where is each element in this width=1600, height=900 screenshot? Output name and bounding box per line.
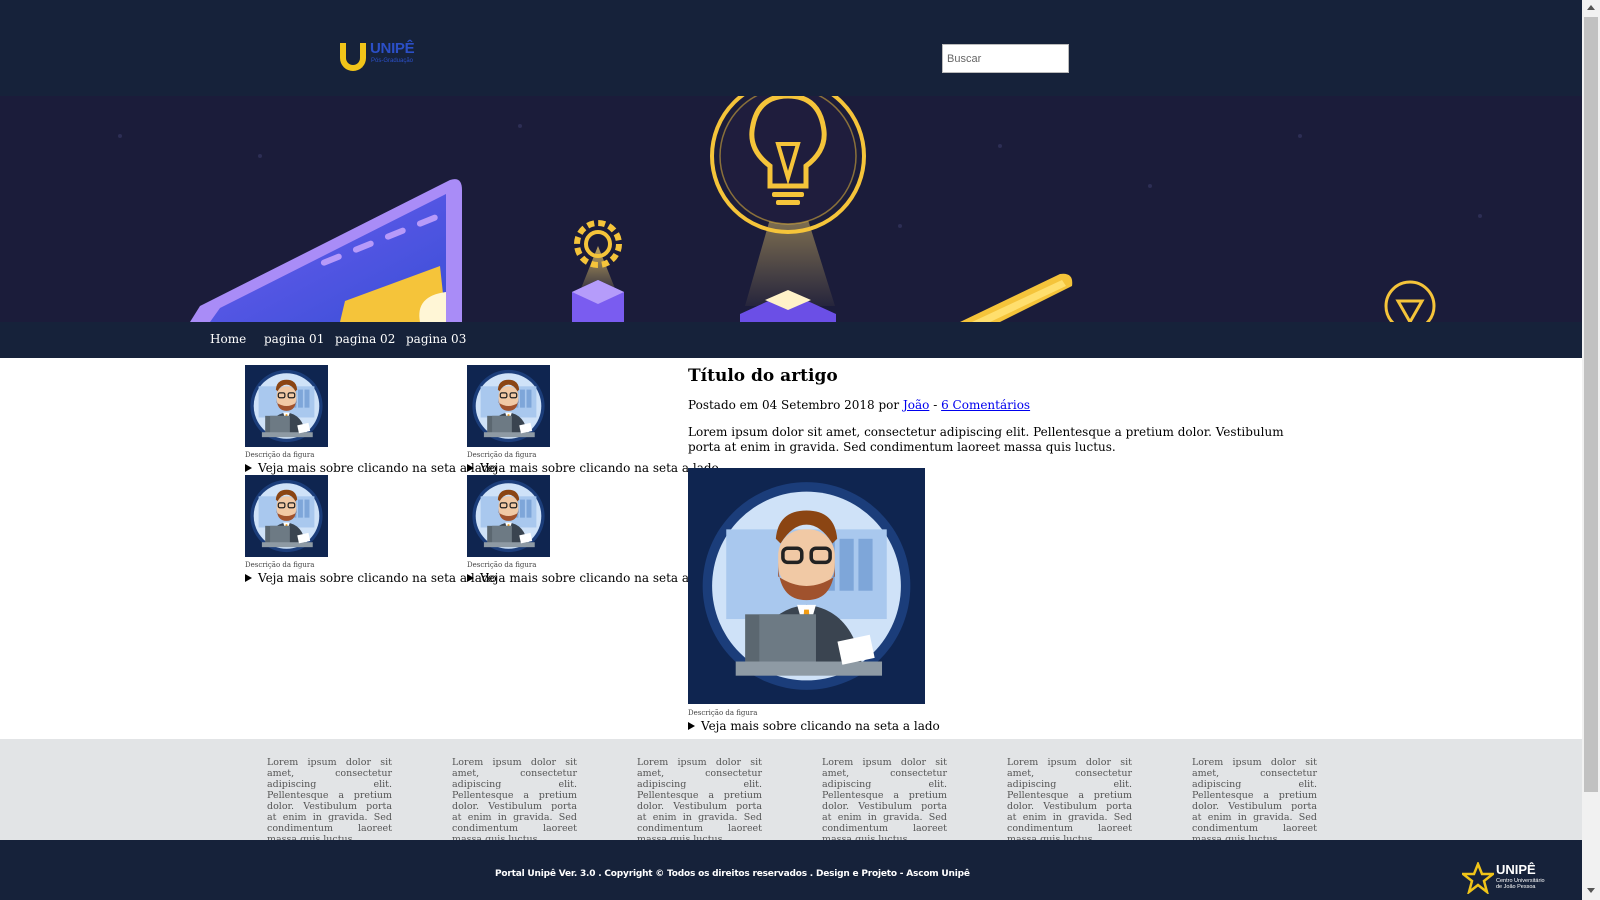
- thumbnail-details-label: Veja mais sobre clicando na seta a lado: [258, 461, 497, 475]
- banner-illustration: [118, 96, 1482, 322]
- main-nav: Home pagina 01 pagina 02 pagina 03: [0, 322, 1582, 358]
- article-details-label: Veja mais sobre clicando na seta a lado: [701, 719, 940, 733]
- thumbnail-details-toggle[interactable]: Veja mais sobre clicando na seta a lado: [467, 571, 719, 585]
- footer-logo-text: UNIPÊ: [1496, 862, 1536, 877]
- thumbnail-caption: Descrição da figura: [467, 451, 537, 459]
- disclosure-triangle-icon[interactable]: [467, 574, 474, 582]
- article-body: Lorem ipsum dolor sit amet, consectetur …: [688, 425, 1284, 454]
- gear-illustration: [572, 220, 624, 322]
- disclosure-triangle-icon[interactable]: [245, 574, 252, 582]
- scroll-up-icon[interactable]: [1587, 5, 1595, 10]
- nav-item-pagina-02[interactable]: pagina 02: [335, 332, 395, 346]
- scroll-down-icon[interactable]: [1587, 888, 1595, 893]
- thumbnail-details-label: Veja mais sobre clicando na seta a lado: [258, 571, 497, 585]
- footer-column-text: Lorem ipsum dolor sit amet, consectetur …: [822, 757, 947, 845]
- thumbnail-details-label: Veja mais sobre clicando na seta a lado: [480, 461, 719, 475]
- author-link[interactable]: João: [903, 398, 929, 412]
- article-title: Título do artigo: [688, 366, 838, 386]
- disclosure-triangle-icon[interactable]: [245, 464, 252, 472]
- meta-posted: Postado em 04 Setembro 2018 por: [688, 398, 900, 412]
- nav-item-home[interactable]: Home: [210, 332, 246, 346]
- article-image[interactable]: [688, 468, 925, 704]
- footer-column-text: Lorem ipsum dolor sit amet, consectetur …: [1007, 757, 1132, 845]
- thumbnail-image[interactable]: [467, 365, 550, 447]
- site-header: UNIPÊ Pós-Graduação: [0, 0, 1582, 96]
- footer-column-text: Lorem ipsum dolor sit amet, consectetur …: [1192, 757, 1317, 845]
- thumbnail-image[interactable]: [245, 365, 328, 447]
- nav-item-pagina-01[interactable]: pagina 01: [264, 332, 324, 346]
- unipe-logo[interactable]: UNIPÊ Pós-Graduação: [340, 40, 420, 74]
- thumbnail-caption: Descrição da figura: [245, 561, 315, 569]
- thumbnail-caption: Descrição da figura: [245, 451, 315, 459]
- thumbnail-caption: Descrição da figura: [467, 561, 537, 569]
- article-details-toggle[interactable]: Veja mais sobre clicando na seta a lado: [688, 719, 940, 733]
- scroll-thumb[interactable]: [1584, 17, 1598, 792]
- thumbnail-details-label: Veja mais sobre clicando na seta a lado: [480, 571, 719, 585]
- thumbnail-details-toggle[interactable]: Veja mais sobre clicando na seta a lado: [245, 461, 497, 475]
- lightbulb-illustration: [710, 96, 866, 322]
- article-figure-caption: Descrição da figura: [688, 709, 758, 717]
- search-input[interactable]: [942, 44, 1069, 73]
- footer-unipe-logo[interactable]: UNIPÊ Centro Universitário de João Pesso…: [1462, 860, 1562, 896]
- logo-subtitle: Pós-Graduação: [371, 58, 414, 64]
- thumbnail-details-toggle[interactable]: Veja mais sobre clicando na seta a lado: [467, 461, 719, 475]
- footer-logo-subtitle-line: de João Pessoa: [1496, 884, 1536, 890]
- footer-column-text: Lorem ipsum dolor sit amet, consectetur …: [637, 757, 762, 845]
- thumbnail-image[interactable]: [245, 475, 328, 557]
- hero-banner: [0, 96, 1582, 322]
- thumbnail-details-toggle[interactable]: Veja mais sobre clicando na seta a lado: [245, 571, 497, 585]
- article-meta: Postado em 04 Setembro 2018 por João - 6…: [688, 398, 1030, 412]
- star-logo-icon: [1462, 862, 1494, 894]
- footer-column-text: Lorem ipsum dolor sit amet, consectetur …: [267, 757, 392, 845]
- logo-text: UNIPÊ: [370, 40, 415, 57]
- footer-columns: [0, 739, 1582, 840]
- copyright-text: Portal Unipê Ver. 3.0 . Copyright © Todo…: [495, 869, 970, 879]
- disclosure-triangle-icon[interactable]: [688, 722, 695, 730]
- meta-separator: -: [933, 398, 938, 412]
- disclosure-triangle-icon[interactable]: [467, 464, 474, 472]
- footer-logo-subtitle: Centro Universitário de João Pessoa: [1496, 878, 1545, 890]
- tablet-illustration: [190, 179, 462, 322]
- thumbnail-image[interactable]: [467, 475, 550, 557]
- nav-item-pagina-03[interactable]: pagina 03: [406, 332, 466, 346]
- small-lightbulb-illustration: [1384, 280, 1436, 322]
- pencil-illustration: [960, 273, 1073, 322]
- footer-column-text: Lorem ipsum dolor sit amet, consectetur …: [452, 757, 577, 845]
- page-scrollbar[interactable]: [1582, 0, 1600, 900]
- comments-link[interactable]: 6 Comentários: [941, 398, 1030, 412]
- logo-u-mark: [340, 43, 366, 71]
